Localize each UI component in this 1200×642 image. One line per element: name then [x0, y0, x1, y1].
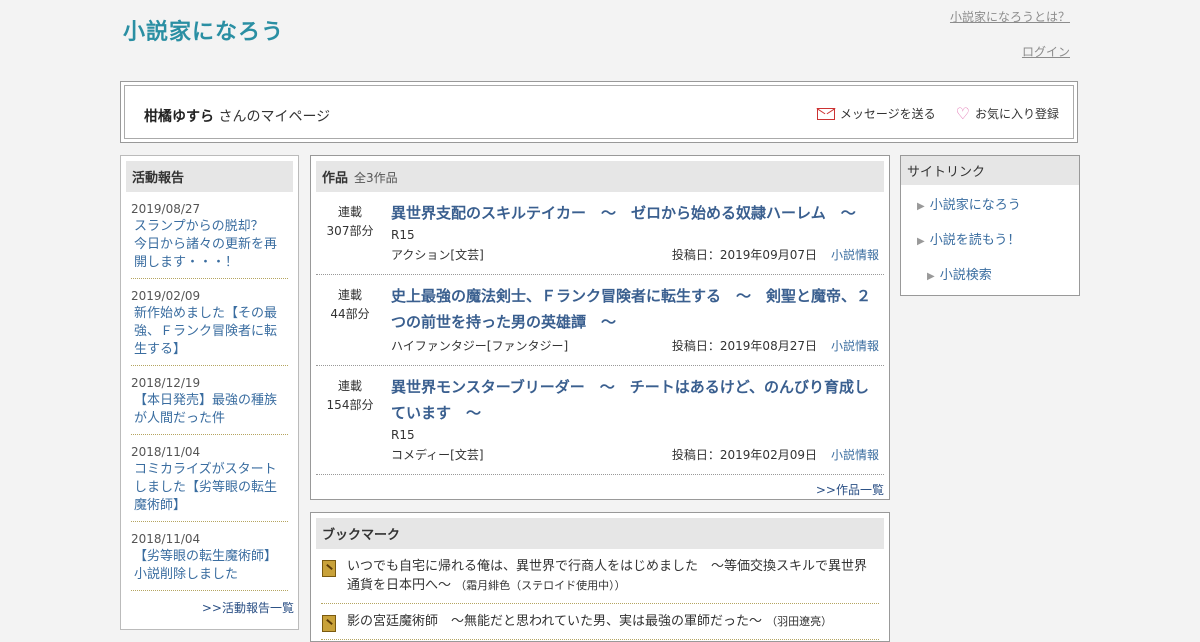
- bookmark-title: 影の宮廷魔術師 ～無能だと思われていた男、実は最強の軍師だった～: [347, 614, 762, 629]
- logo-text: 小説家になろう: [123, 19, 285, 45]
- work-title-link[interactable]: 史上最強の魔法剣士、Ｆランク冒険者に転生する ～ 剣聖と魔帝、２つの前世を持った…: [391, 283, 879, 335]
- work-meta: 連載 307部分: [316, 203, 384, 241]
- bookmark-item: いつでも自宅に帰れる俺は、異世界で行商人をはじめました ～等価交換スキルで異世界…: [321, 549, 879, 604]
- work-rating: R15: [391, 428, 415, 442]
- activity-date: 2019/02/09: [131, 289, 201, 303]
- send-message-label: メッセージを送る: [839, 107, 936, 121]
- user-bar: 柑橘ゆすら さんのマイページ メッセージを送る ♡ お気に入り登録: [120, 81, 1078, 143]
- user-suffix: さんのマイページ: [218, 109, 331, 125]
- sitelink-label: 小説検索: [939, 268, 992, 283]
- activity-title-link[interactable]: コミカライズがスタートしました【劣等眼の転生魔術師】: [131, 461, 288, 515]
- activity-item: 2019/02/09 新作始めました【その最強、Ｆランク冒険者に転生する】: [131, 279, 288, 366]
- work-item: 連載 154部分 異世界モンスターブリーダー ～ チートはあるけど、のんびり育成…: [316, 366, 884, 475]
- work-genre: コメディー[文芸]: [391, 448, 484, 462]
- about-link[interactable]: 小説家になろうとは？: [950, 9, 1070, 25]
- user-name: 柑橘ゆすら: [144, 109, 214, 125]
- sitelink-label: 小説を読もう！: [929, 233, 1021, 248]
- works-list-link[interactable]: >>作品一覧: [816, 481, 884, 498]
- bookmark-title-link[interactable]: いつでも自宅に帰れる俺は、異世界で行商人をはじめました ～等価交換スキルで異世界…: [347, 559, 867, 593]
- activity-list: 2019/08/27 スランプからの脱却？ 今日から諸々の更新を再開します・・・…: [131, 192, 288, 591]
- sitelinks-list: ▶ 小説家になろう ▶ 小説を読もう！ ▶ 小説検索: [901, 185, 1079, 294]
- triangle-right-icon: ▶: [917, 236, 925, 247]
- sitelink-item[interactable]: ▶ 小説を読もう！: [901, 224, 1079, 259]
- activity-more: >>活動報告一覧: [121, 591, 298, 616]
- bookmark-item: 影の宮廷魔術師 ～無能だと思われていた男、実は最強の軍師だった～ （羽田遼亮）: [321, 604, 879, 640]
- user-actions: メッセージを送る ♡ お気に入り登録: [816, 105, 1059, 122]
- bookmark-title-link[interactable]: 影の宮廷魔術師 ～無能だと思われていた男、実は最強の軍師だった～ （羽田遼亮）: [347, 614, 832, 629]
- triangle-right-icon: ▶: [927, 271, 935, 282]
- work-status: 連載: [337, 288, 362, 302]
- work-posted: 投稿日：2019年02月09日: [671, 448, 817, 462]
- work-footer: アクション[文芸] 投稿日：2019年09月07日 小説情報: [391, 244, 879, 266]
- work-rating: R15: [391, 228, 415, 242]
- activity-title-link[interactable]: スランプからの脱却？ 今日から諸々の更新を再開します・・・！: [131, 218, 288, 272]
- activity-panel: 活動報告 2019/08/27 スランプからの脱却？ 今日から諸々の更新を再開し…: [120, 155, 299, 630]
- bookmark-author: （霜月緋色（ステロイド使用中））: [455, 579, 626, 592]
- activity-item: 2018/12/19 【本日発売】最強の種族が人間だった件: [131, 366, 288, 435]
- sitelinks-panel: サイトリンク ▶ 小説家になろう ▶ 小説を読もう！ ▶ 小説検索: [900, 155, 1080, 296]
- header-links: 小説家になろうとは？ ログイン: [950, 9, 1070, 60]
- activity-item: 2018/11/04 コミカライズがスタートしました【劣等眼の転生魔術師】: [131, 435, 288, 522]
- work-title-link[interactable]: 異世界モンスターブリーダー ～ チートはあるけど、のんびり育成しています ～: [391, 374, 879, 426]
- work-posted: 投稿日：2019年09月07日: [671, 248, 817, 262]
- works-list: 連載 307部分 異世界支配のスキルテイカー ～ ゼロから始める奴隷ハーレム ～…: [316, 192, 884, 475]
- bookmarks-panel: ブックマーク いつでも自宅に帰れる俺は、異世界で行商人をはじめました ～等価交換…: [310, 512, 890, 642]
- work-footer: コメディー[文芸] 投稿日：2019年02月09日 小説情報: [391, 444, 879, 466]
- activity-item: 2019/08/27 スランプからの脱却？ 今日から諸々の更新を再開します・・・…: [131, 192, 288, 279]
- work-genre: アクション[文芸]: [391, 248, 484, 262]
- work-footer: ハイファンタジー[ファンタジー] 投稿日：2019年08月27日 小説情報: [391, 335, 879, 357]
- site-logo[interactable]: 小説家になろう: [123, 14, 284, 46]
- activity-heading: 活動報告: [126, 161, 293, 192]
- bookmark-icon: [322, 560, 336, 577]
- work-parts: 307部分: [326, 224, 374, 238]
- activity-title-link[interactable]: 【本日発売】最強の種族が人間だった件: [131, 392, 288, 428]
- bookmark-author: （羽田遼亮）: [766, 615, 833, 628]
- send-message-button[interactable]: メッセージを送る: [816, 105, 936, 122]
- activity-title-link[interactable]: 【劣等眼の転生魔術師】小説削除しました: [131, 548, 288, 584]
- work-title-link[interactable]: 異世界支配のスキルテイカー ～ ゼロから始める奴隷ハーレム ～: [391, 200, 879, 226]
- work-genre: ハイファンタジー[ファンタジー]: [391, 339, 569, 353]
- user-heading: 柑橘ゆすら さんのマイページ: [144, 106, 330, 126]
- work-status: 連載: [337, 205, 362, 219]
- work-info-link[interactable]: 小説情報: [831, 448, 879, 462]
- work-meta: 連載 44部分: [316, 286, 384, 324]
- add-favorite-button[interactable]: ♡ お気に入り登録: [956, 105, 1059, 122]
- works-panel: 作品 全3作品 連載 307部分 異世界支配のスキルテイカー ～ ゼロから始める奴…: [310, 155, 890, 500]
- activity-date: 2018/12/19: [131, 376, 201, 390]
- activity-date: 2018/11/04: [131, 532, 201, 546]
- work-info-link[interactable]: 小説情報: [831, 339, 879, 353]
- sitelink-item[interactable]: ▶ 小説家になろう: [901, 189, 1079, 224]
- heart-icon: ♡: [955, 103, 970, 123]
- work-posted: 投稿日：2019年08月27日: [671, 339, 817, 353]
- activity-date: 2018/11/04: [131, 445, 201, 459]
- sitelink-item[interactable]: ▶ 小説検索: [901, 259, 1079, 294]
- work-parts: 154部分: [326, 398, 374, 412]
- works-heading-label: 作品: [322, 171, 349, 186]
- user-bar-inner: 柑橘ゆすら さんのマイページ メッセージを送る ♡ お気に入り登録: [124, 85, 1074, 139]
- add-favorite-label: お気に入り登録: [974, 107, 1059, 121]
- bookmark-icon: [322, 615, 336, 632]
- activity-item: 2018/11/04 【劣等眼の転生魔術師】小説削除しました: [131, 522, 288, 591]
- sitelinks-heading: サイトリンク: [901, 156, 1079, 185]
- bookmarks-heading: ブックマーク: [316, 518, 884, 549]
- activity-title-link[interactable]: 新作始めました【その最強、Ｆランク冒険者に転生する】: [131, 305, 288, 359]
- activity-list-link[interactable]: >>活動報告一覧: [202, 601, 294, 615]
- login-link[interactable]: ログイン: [950, 44, 1070, 60]
- triangle-right-icon: ▶: [917, 201, 925, 212]
- works-count: 全3作品: [354, 171, 398, 185]
- works-heading: 作品 全3作品: [316, 161, 884, 192]
- activity-date: 2019/08/27: [131, 202, 201, 216]
- mail-icon: [816, 107, 835, 120]
- work-parts: 44部分: [330, 307, 370, 321]
- sitelink-label: 小説家になろう: [929, 198, 1021, 213]
- work-status: 連載: [337, 379, 362, 393]
- work-item: 連載 307部分 異世界支配のスキルテイカー ～ ゼロから始める奴隷ハーレム ～…: [316, 192, 884, 275]
- work-item: 連載 44部分 史上最強の魔法剣士、Ｆランク冒険者に転生する ～ 剣聖と魔帝、２…: [316, 275, 884, 366]
- work-meta: 連載 154部分: [316, 377, 384, 415]
- work-info-link[interactable]: 小説情報: [831, 248, 879, 262]
